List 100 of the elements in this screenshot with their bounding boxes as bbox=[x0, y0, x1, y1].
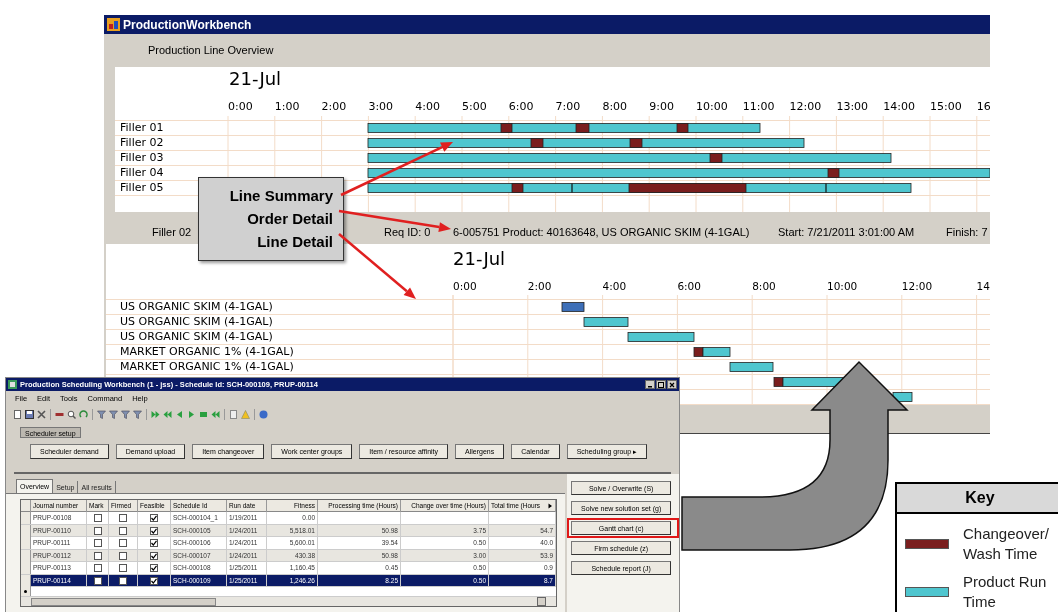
checkbox[interactable] bbox=[119, 551, 127, 560]
app-icon bbox=[8, 380, 17, 389]
section-label: Production Line Overview bbox=[148, 43, 274, 59]
callout-label: Line Detail bbox=[257, 232, 333, 252]
hour-label: 14 bbox=[976, 279, 990, 293]
hour-label: 6:00 bbox=[508, 100, 534, 114]
hour-label: 6:00 bbox=[677, 279, 701, 293]
callout-label: Line Summary bbox=[229, 186, 333, 206]
hour-label: 12:00 bbox=[789, 100, 822, 114]
checkbox[interactable] bbox=[119, 576, 127, 585]
hour-label: 8:00 bbox=[752, 279, 776, 293]
changeover-bar bbox=[709, 153, 723, 163]
changeover-bar bbox=[676, 123, 689, 133]
start-time: Start: 7/21/2011 3:01:00 AM bbox=[778, 225, 915, 239]
new-row-marker bbox=[24, 590, 27, 593]
checkbox[interactable] bbox=[93, 564, 102, 572]
line-label: Filler 01 bbox=[120, 121, 164, 135]
hour-label: 7:00 bbox=[555, 100, 581, 114]
selected-run-bar bbox=[561, 302, 585, 312]
changeover-bar bbox=[511, 183, 524, 193]
checkbox[interactable] bbox=[93, 539, 102, 547]
hour-label: 2:00 bbox=[321, 100, 347, 114]
hour-label: 3:00 bbox=[368, 100, 394, 114]
maximize-icon bbox=[658, 381, 664, 388]
document-icon[interactable] bbox=[13, 409, 22, 419]
scroll-right-icon bbox=[547, 503, 553, 509]
changeover-bar bbox=[827, 168, 840, 178]
checkbox[interactable] bbox=[119, 564, 127, 572]
checkbox[interactable] bbox=[119, 514, 127, 522]
callout-label: Order Detail bbox=[247, 209, 333, 229]
run-time-bar bbox=[892, 392, 913, 402]
chart-date: 21-Jul bbox=[229, 68, 282, 90]
run-time-bar bbox=[583, 317, 629, 327]
close-icon bbox=[669, 381, 675, 388]
line-label: Filler 05 bbox=[120, 181, 164, 195]
checkbox[interactable] bbox=[150, 539, 158, 547]
checkbox[interactable] bbox=[119, 526, 127, 535]
search-icon[interactable] bbox=[67, 409, 76, 419]
hour-label: 8:00 bbox=[602, 100, 628, 114]
changeover-bar bbox=[530, 138, 544, 148]
order-id: Req ID: 0 bbox=[384, 225, 431, 239]
help-icon[interactable] bbox=[259, 409, 268, 419]
line-name: Filler 02 bbox=[152, 225, 192, 239]
hour-label: 4:00 bbox=[602, 279, 627, 293]
run-time-bar bbox=[729, 362, 774, 372]
changeover-bar bbox=[500, 123, 513, 133]
run-time-bar bbox=[627, 332, 695, 342]
delete-icon[interactable] bbox=[37, 409, 46, 419]
hour-label: 12:00 bbox=[901, 279, 933, 293]
hour-label: 10:00 bbox=[696, 100, 728, 114]
chart-date: 21-Jul bbox=[453, 248, 506, 270]
scroll-down-button[interactable] bbox=[537, 597, 546, 606]
hour-label: 16 bbox=[976, 100, 990, 114]
hour-label: 13:00 bbox=[836, 100, 869, 114]
changeover-bar bbox=[629, 138, 643, 148]
app-icon bbox=[107, 18, 120, 31]
hour-label: 2:00 bbox=[527, 279, 552, 293]
checkbox[interactable] bbox=[150, 551, 158, 560]
checkbox[interactable] bbox=[150, 576, 158, 585]
checkbox[interactable] bbox=[150, 526, 158, 535]
finish-time: Finish: 7 bbox=[946, 225, 988, 239]
changeover-bar bbox=[773, 377, 784, 387]
legend-label: Changeover/ Wash Time bbox=[963, 524, 1050, 564]
hour-label: 14:00 bbox=[883, 100, 915, 114]
hour-label: 11:00 bbox=[742, 100, 775, 114]
checkbox[interactable] bbox=[93, 526, 102, 535]
hour-label: 10:00 bbox=[827, 279, 858, 293]
hour-label: 15:00 bbox=[930, 100, 962, 114]
minimize-button[interactable] bbox=[645, 380, 655, 389]
save-icon[interactable] bbox=[25, 409, 34, 419]
order-label: US ORGANIC SKIM (4-1GAL) bbox=[120, 330, 273, 344]
checkbox[interactable] bbox=[93, 551, 102, 560]
order-label: MARKET ORGANIC 1% (4-1GAL) bbox=[120, 345, 294, 359]
hour-label: 1:00 bbox=[274, 100, 300, 114]
checkbox[interactable] bbox=[119, 539, 127, 547]
line-label: Filler 04 bbox=[120, 166, 164, 180]
checkbox[interactable] bbox=[150, 564, 158, 572]
order-label: US ORGANIC SKIM (4-1GAL) bbox=[120, 315, 273, 329]
page-icon[interactable] bbox=[229, 409, 238, 419]
run-time-bar bbox=[702, 347, 731, 357]
line-label: Filler 03 bbox=[120, 151, 164, 165]
hour-label: 5:00 bbox=[462, 100, 487, 114]
order-label: US ORGANIC SKIM (4-1GAL) bbox=[120, 300, 273, 314]
window-title: ProductionWorkbench bbox=[123, 18, 252, 31]
line-label: Filler 02 bbox=[120, 136, 164, 150]
checkbox[interactable] bbox=[150, 514, 158, 522]
maximize-button[interactable] bbox=[656, 380, 666, 389]
hour-label: 0:00 bbox=[453, 279, 477, 293]
changeover-bar bbox=[575, 123, 590, 133]
scrollbar-thumb[interactable] bbox=[31, 597, 216, 606]
refresh-icon[interactable] bbox=[79, 409, 88, 419]
order-detail-text: 6-005751 Product: 40163648, US ORGANIC SKIM (4-1GAL) bbox=[453, 225, 750, 239]
checkbox[interactable] bbox=[93, 514, 102, 522]
close-button[interactable] bbox=[667, 380, 677, 389]
hour-label: 9:00 bbox=[649, 100, 674, 114]
checkbox[interactable] bbox=[93, 576, 102, 585]
hour-label: 0:00 bbox=[228, 100, 253, 114]
hour-label: 4:00 bbox=[415, 100, 440, 114]
legend-title: Key bbox=[965, 488, 995, 508]
legend-label: Product Run Time bbox=[963, 572, 1048, 612]
